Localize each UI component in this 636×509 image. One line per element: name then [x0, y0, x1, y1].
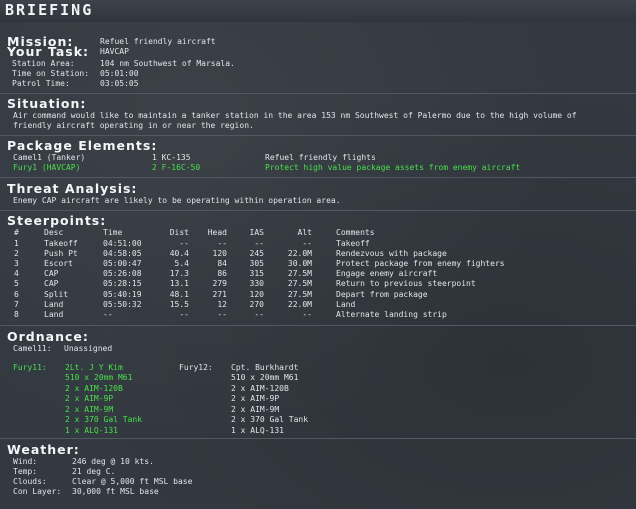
steerpoint-header-num: #	[14, 228, 19, 237]
wind-value: 246 deg @ 10 kts.	[72, 457, 154, 466]
steerpoint-cell: 6	[14, 289, 19, 299]
steerpoint-cell: Push Pt	[44, 249, 78, 259]
package-aircraft: 1 KC-135	[152, 153, 191, 162]
steerpoint-cell: 30.0M	[287, 259, 312, 269]
steerpoint-cell: 4	[14, 269, 19, 279]
weather-heading: Weather:	[7, 442, 80, 457]
fury12-pilot: Cpt. Burkhardt	[231, 363, 299, 372]
steerpoint-cell: Land	[44, 299, 64, 309]
camel-ordnance-value: Unassigned	[64, 344, 113, 353]
steerpoint-cell: --	[302, 309, 312, 319]
steerpoint-cell: 27.5M	[287, 269, 312, 279]
ordnance-item: 1 x ALQ-131	[231, 425, 284, 435]
steerpoint-cell: Rendezvous with package	[336, 249, 447, 259]
ordnance-item: 2 x 370 Gal Tank	[231, 415, 309, 424]
time-on-station-label: Time on Station:	[12, 69, 90, 78]
ordnance-heading: Ordnance:	[7, 329, 89, 344]
steerpoint-cell: Takeoff	[44, 239, 78, 248]
patrol-time-label: Patrol Time:	[12, 79, 70, 88]
steerpoint-cell: Split	[44, 289, 69, 299]
temp-value: 21 deg C.	[72, 467, 116, 476]
ordnance-item: 1 x ALQ-131	[65, 425, 118, 435]
mission-value: Refuel friendly aircraft	[100, 37, 216, 46]
ordnance-item: 510 x 20mm M61	[65, 373, 133, 382]
fury12-label: Fury12:	[179, 363, 213, 372]
ordnance-item: 2 x AIM-9M	[65, 404, 114, 414]
threat-text: Enemy CAP aircraft are likely to be oper…	[13, 196, 341, 205]
briefing-content: Mission: Refuel friendly aircraft Your T…	[0, 22, 636, 509]
steerpoint-cell: 27.5M	[287, 289, 312, 299]
divider	[0, 93, 636, 94]
situation-heading: Situation:	[7, 96, 87, 111]
divider	[0, 210, 636, 211]
steerpoint-cell: 5	[14, 279, 19, 289]
ordnance-item: 2 x AIM-9P	[65, 394, 114, 403]
situation-text-line2: friendly aircraft operating in or near t…	[13, 121, 254, 130]
steerpoint-cell: Land	[44, 309, 64, 319]
steerpoint-cell: 7	[14, 299, 19, 309]
divider	[0, 325, 636, 326]
steerpoint-cell: Depart from package	[336, 289, 428, 299]
camel-ordnance-label: Camel11:	[13, 344, 52, 353]
steerpoint-cell: Land	[336, 299, 356, 309]
ordnance-item: 2 x 370 Gal Tank	[65, 415, 143, 424]
fury11-pilot: 2Lt. J Y Kim	[65, 363, 123, 372]
task-heading: Your Task:	[7, 44, 90, 59]
steerpoint-cell: Protect package from enemy fighters	[336, 259, 505, 269]
steerpoint-header-comments: Comments	[336, 228, 375, 237]
package-aircraft: 2 F-16C-50	[152, 163, 201, 172]
steerpoint-cell: --	[103, 309, 113, 319]
steerpoint-cell: Return to previous steerpoint	[336, 279, 476, 289]
steerpoint-cell: 27.5M	[287, 279, 312, 289]
time-on-station-value: 05:01:00	[100, 69, 139, 78]
ordnance-item: 2 x AIM-9P	[231, 394, 280, 403]
clouds-value: Clear @ 5,000 ft MSL base	[72, 477, 193, 486]
steerpoint-cell: 8	[14, 309, 19, 319]
steerpoint-header-alt: Alt	[297, 228, 312, 237]
con-layer-value: 30,000 ft MSL base	[72, 487, 159, 496]
steerpoint-cell: 22.0M	[287, 249, 312, 259]
package-heading: Package Elements:	[7, 138, 158, 153]
steerpoint-cell: 2	[14, 249, 19, 259]
con-layer-label: Con Layer:	[13, 487, 62, 496]
temp-label: Temp:	[13, 467, 38, 476]
steerpoint-header-desc: Desc	[44, 228, 64, 237]
package-name: Camel1 (Tanker)	[13, 153, 86, 162]
task-value: HAVCAP	[100, 47, 129, 56]
steerpoint-cell: 22.0M	[287, 299, 312, 309]
steerpoint-cell: Escort	[44, 259, 73, 269]
divider	[0, 177, 636, 178]
patrol-time-value: 03:05:05	[100, 79, 139, 88]
steerpoint-cell: CAP	[44, 269, 59, 279]
steerpoints-heading: Steerpoints:	[7, 213, 107, 228]
steerpoint-cell: Engage enemy aircraft	[336, 269, 438, 279]
steerpoint-cell: Takeoff	[336, 239, 370, 248]
situation-text-line1: Air command would like to maintain a tan…	[13, 111, 577, 120]
wind-label: Wind:	[13, 457, 38, 466]
clouds-label: Clouds:	[13, 477, 47, 486]
fury11-label: Fury11:	[13, 363, 47, 372]
package-task: Refuel friendly flights	[265, 153, 376, 162]
ordnance-item: 2 x AIM-120B	[231, 383, 289, 393]
station-area-label: Station Area:	[12, 59, 75, 68]
package-name: Fury1 (HAVCAP)	[13, 163, 81, 172]
steerpoint-cell: Alternate landing strip	[336, 309, 447, 319]
package-task: Protect high value package assets from e…	[265, 163, 521, 172]
steerpoint-cell: CAP	[44, 279, 59, 289]
divider	[0, 135, 636, 136]
steerpoint-cell: --	[302, 239, 312, 248]
steerpoint-header-time: Time	[103, 228, 123, 237]
ordnance-item: 2 x AIM-9M	[231, 404, 280, 414]
steerpoint-cell: 3	[14, 259, 19, 269]
ordnance-item: 2 x AIM-120B	[65, 383, 123, 393]
divider	[0, 438, 636, 439]
threat-heading: Threat Analysis:	[7, 181, 138, 196]
window-title: BRIEFING	[5, 1, 94, 19]
ordnance-item: 510 x 20mm M61	[231, 373, 299, 382]
steerpoint-cell: 1	[14, 239, 19, 248]
station-area-value: 104 nm Southwest of Marsala.	[100, 59, 235, 68]
window-titlebar: BRIEFING	[0, 0, 636, 23]
